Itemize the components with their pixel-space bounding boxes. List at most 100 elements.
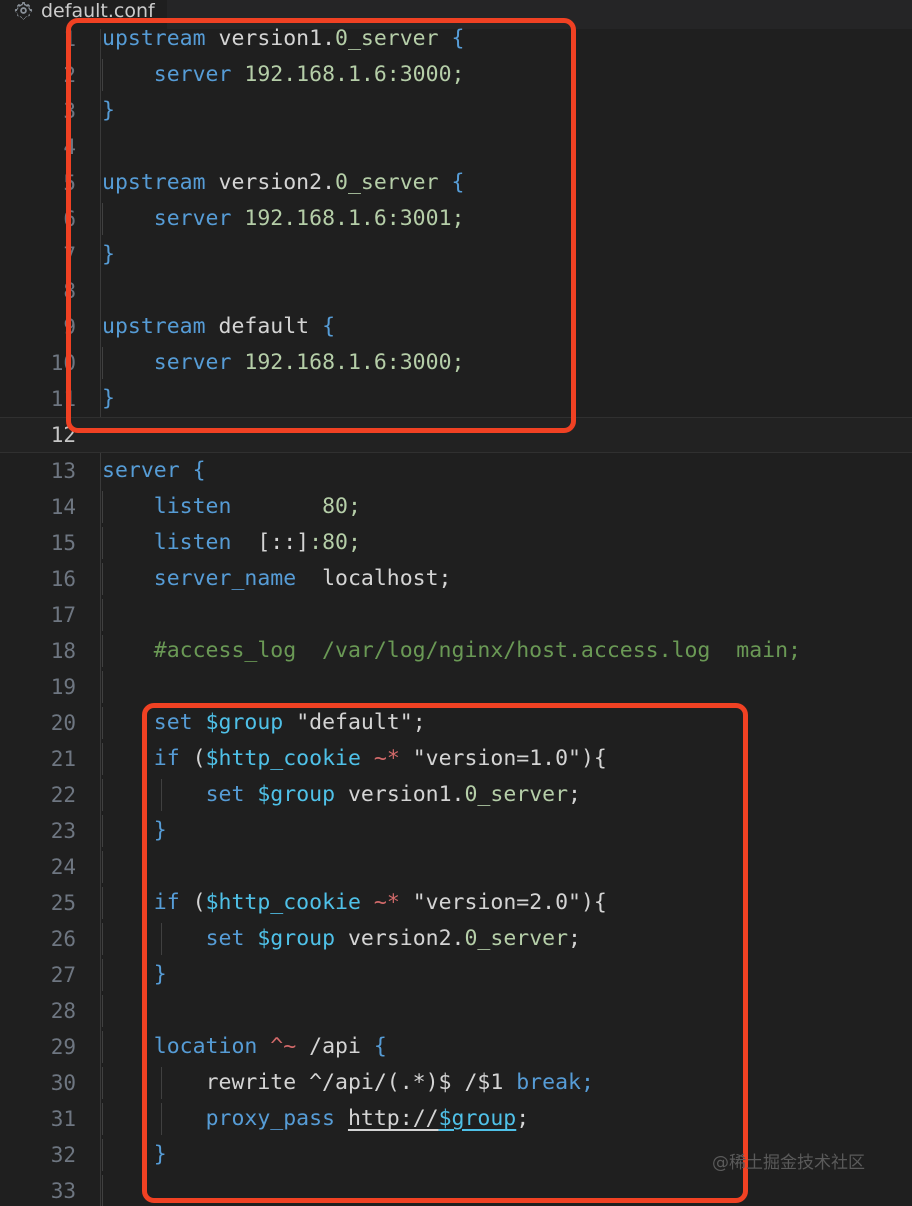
line-number: 4	[63, 135, 76, 159]
code-line-text: set $group "default";	[153, 710, 426, 735]
code-line[interactable]: 19	[0, 669, 912, 705]
line-number: 7	[63, 243, 76, 267]
code-line[interactable]: 25 if ($http_cookie ~* "version=2.0"){	[0, 885, 912, 921]
indent-guide	[102, 671, 103, 703]
code-line[interactable]: 30 rewrite ^/api/(.*)$ /$1 break;	[0, 1065, 912, 1101]
code-line[interactable]: 8	[0, 273, 912, 309]
code-line[interactable]: 20 set $group "default";	[0, 705, 912, 741]
code-line[interactable]: 10 server 192.168.1.6:3000;	[0, 345, 912, 381]
code-line[interactable]: 24	[0, 849, 912, 885]
line-number: 5	[63, 171, 76, 195]
code-line[interactable]: 5 upstream version2.0_server {	[0, 165, 912, 201]
code-line-text: upstream version2.0_server {	[102, 170, 465, 195]
code-line[interactable]: 11}	[0, 381, 912, 417]
code-line-text: rewrite ^/api/(.*)$ /$1 break;	[205, 1070, 594, 1095]
line-number: 19	[50, 675, 76, 699]
line-number: 3	[63, 99, 76, 123]
code-line[interactable]: 14 listen 80;	[0, 489, 912, 525]
code-line[interactable]: 13 server {	[0, 453, 912, 489]
code-line[interactable]: 2 server 192.168.1.6:3000;	[0, 57, 912, 93]
code-line-text: server 192.168.1.6:3000;	[153, 350, 465, 375]
code-line[interactable]: 12	[0, 417, 912, 453]
code-line[interactable]: 22 set $group version1.0_server;	[0, 777, 912, 813]
gear-icon	[14, 1, 33, 20]
code-line[interactable]: 15 listen [::]:80;	[0, 525, 912, 561]
indent-guide	[102, 599, 103, 631]
line-number: 12	[50, 423, 76, 447]
line-number: 31	[50, 1107, 76, 1131]
line-number: 11	[50, 387, 76, 411]
indent-guide	[102, 851, 103, 883]
watermark: @稀土掘金技术社区	[712, 1153, 865, 1173]
line-number: 33	[50, 1179, 76, 1203]
line-number: 28	[50, 999, 76, 1023]
code-line-text: if ($http_cookie ~* "version=2.0"){	[153, 890, 607, 915]
code-lines[interactable]: 1 upstream version1.0_server { 2 server 19…	[0, 21, 912, 1206]
code-line-text: }	[102, 386, 115, 411]
code-editor-window: default.conf 1 upstream version1.0_server…	[0, 0, 912, 1206]
line-number: 9	[63, 315, 76, 339]
line-number: 27	[50, 963, 76, 987]
code-line-text: set $group version1.0_server;	[205, 782, 581, 807]
code-line-text: }	[102, 98, 115, 123]
code-line-text: server 192.168.1.6:3001;	[153, 206, 465, 231]
code-line-text: upstream default {	[102, 314, 336, 339]
code-line[interactable]: 33	[0, 1173, 912, 1206]
code-line[interactable]: 29 location ^~ /api {	[0, 1029, 912, 1065]
indent-guide	[102, 1175, 103, 1206]
line-number: 15	[50, 531, 76, 555]
code-line[interactable]: 4	[0, 129, 912, 165]
code-line-text: #access_log /var/log/nginx/host.access.l…	[153, 638, 801, 663]
code-line[interactable]: 26 set $group version2.0_server;	[0, 921, 912, 957]
code-line-text: }	[102, 242, 115, 267]
line-number: 20	[50, 711, 76, 735]
line-number: 22	[50, 783, 76, 807]
line-number: 23	[50, 819, 76, 843]
code-line[interactable]: 17	[0, 597, 912, 633]
code-line-text: }	[153, 962, 167, 987]
line-number: 14	[50, 495, 76, 519]
code-line[interactable]: 18 #access_log /var/log/nginx/host.acces…	[0, 633, 912, 669]
code-line-text: server {	[102, 458, 206, 483]
code-line-text: listen 80;	[153, 494, 361, 519]
line-number: 29	[50, 1035, 76, 1059]
code-line-text: }	[153, 818, 167, 843]
code-line-text: if ($http_cookie ~* "version=1.0"){	[153, 746, 607, 771]
code-line[interactable]: 28	[0, 993, 912, 1029]
line-number: 2	[63, 63, 76, 87]
code-line-text: set $group version2.0_server;	[205, 926, 581, 951]
line-number: 8	[63, 279, 76, 303]
indent-guide	[102, 995, 103, 1027]
code-line[interactable]: 7}	[0, 237, 912, 273]
code-line[interactable]: 9 upstream default {	[0, 309, 912, 345]
code-line-text: }	[153, 1142, 167, 1167]
code-line-text: server 192.168.1.6:3000;	[153, 62, 465, 87]
code-line-text: listen [::]:80;	[153, 530, 361, 555]
line-number: 26	[50, 927, 76, 951]
code-line[interactable]: 27 }	[0, 957, 912, 993]
line-number: 13	[50, 459, 76, 483]
line-number: 24	[50, 855, 76, 879]
code-line[interactable]: 16 server_name localhost;	[0, 561, 912, 597]
code-line[interactable]: 3}	[0, 93, 912, 129]
tab-label: default.conf	[41, 0, 155, 22]
code-content-area[interactable]: 1 upstream version1.0_server { 2 server 19…	[0, 26, 912, 1206]
code-line-text: upstream version1.0_server {	[102, 26, 465, 51]
code-line[interactable]: 31 proxy_pass http://$group;	[0, 1101, 912, 1137]
line-number: 30	[50, 1071, 76, 1095]
line-number: 16	[50, 567, 76, 591]
line-number: 32	[50, 1143, 76, 1167]
code-line[interactable]: 1 upstream version1.0_server {	[0, 21, 912, 57]
line-number: 17	[50, 603, 76, 627]
line-number: 1	[63, 27, 76, 51]
code-line[interactable]: 23 }	[0, 813, 912, 849]
code-line-text: location ^~ /api {	[153, 1034, 387, 1059]
line-number: 10	[50, 351, 76, 375]
code-line[interactable]: 6 server 192.168.1.6:3001;	[0, 201, 912, 237]
line-number: 18	[50, 639, 76, 663]
line-number: 21	[50, 747, 76, 771]
code-line[interactable]: 21 if ($http_cookie ~* "version=1.0"){	[0, 741, 912, 777]
code-line-text: server_name localhost;	[153, 566, 452, 591]
line-number: 25	[50, 891, 76, 915]
line-number: 6	[63, 207, 76, 231]
